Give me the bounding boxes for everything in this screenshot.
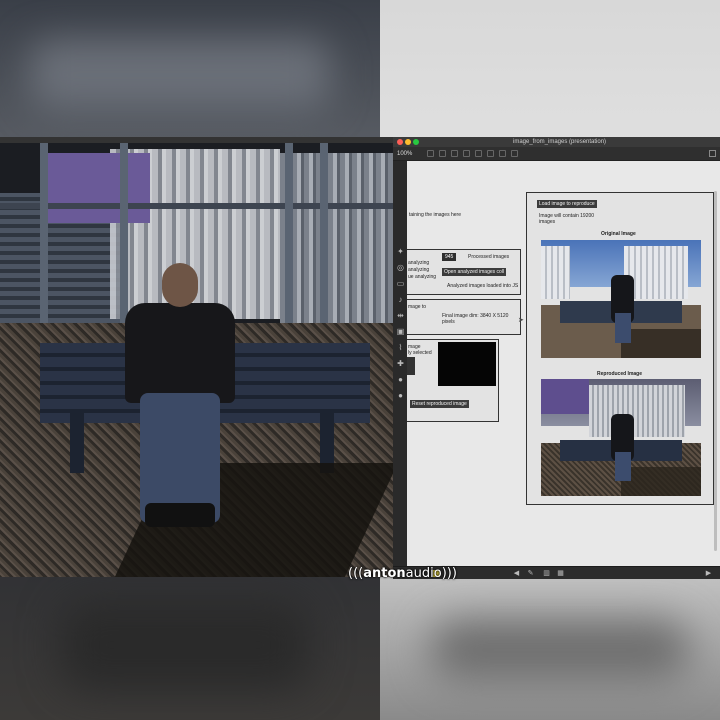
play-icon[interactable]: ◀ <box>513 570 520 577</box>
watermark-suffix: ))) <box>441 566 457 581</box>
processed-count[interactable]: 945 <box>442 253 457 261</box>
close-button[interactable] <box>397 139 403 145</box>
load-image-button[interactable]: Load image to reproduce <box>537 200 597 208</box>
photo-shadow <box>621 466 701 496</box>
presentation-icon[interactable] <box>439 150 446 157</box>
clip-icon[interactable]: ⌇ <box>396 343 405 352</box>
background-blur-shape <box>60 600 310 690</box>
processed-label: Processed images <box>468 254 510 260</box>
comment-icon[interactable] <box>475 150 482 157</box>
left-sidebar: ✦ ◎ ▭ ♪ ⇹ ▣ ⌇ ✚ ● ● <box>393 161 407 566</box>
message-icon[interactable] <box>463 150 470 157</box>
piano-icon[interactable]: ▦ <box>557 570 564 577</box>
image-icon[interactable]: ▣ <box>396 327 405 336</box>
status-text: analyzing <box>408 260 430 266</box>
reset-reproduced-image-button[interactable]: Reset reproduced image <box>410 400 469 408</box>
photo-shadow <box>621 328 701 358</box>
photo-person-legs <box>614 451 631 481</box>
mosaic-building <box>280 153 393 323</box>
vertical-scrollbar[interactable] <box>714 191 717 551</box>
mosaic-image-window <box>0 137 393 577</box>
music-icon[interactable]: ♪ <box>396 295 405 304</box>
toolbar: 100% <box>393 147 720 161</box>
photo-building <box>624 245 689 299</box>
status-text: ue analyzing <box>408 274 437 280</box>
watermark-prefix: ((( <box>348 566 364 581</box>
mosaic-railing-post <box>40 143 48 333</box>
photo-building <box>589 384 685 438</box>
mosaic-railing <box>0 203 393 209</box>
keyboard-icon[interactable]: ▥ <box>543 570 550 577</box>
patcher-canvas: taining the images here analyzing analyz… <box>407 161 720 566</box>
status-text: analyzing <box>408 267 430 273</box>
original-image <box>541 240 701 358</box>
button-icon[interactable] <box>487 150 494 157</box>
mosaic-bench-leg <box>70 413 84 473</box>
final-dim-unit: pixels <box>442 319 455 325</box>
close-x-icon[interactable] <box>407 357 415 375</box>
watermark-rest: audio <box>405 566 442 581</box>
mosaic-railing-post <box>120 143 128 333</box>
mosaic-sky <box>40 153 150 223</box>
analyzer-panel: analyzing analyzing ue analyzing 945 Pro… <box>407 249 521 295</box>
toggle-icon[interactable] <box>499 150 506 157</box>
circle-icon[interactable]: ● <box>396 375 405 384</box>
title-bar: image_from_images (presentation) <box>393 137 720 147</box>
image-size-panel: mage to Final image dim: 3840 X 5120 pix… <box>407 299 521 335</box>
minimize-button[interactable] <box>405 139 411 145</box>
reproduction-preview <box>438 342 496 386</box>
mosaic-railing-post <box>285 143 293 333</box>
background-blur-shape <box>430 620 690 680</box>
reproduced-image-label: Reproduced Image <box>597 371 643 377</box>
reproduced-image <box>541 379 701 496</box>
grid-icon[interactable]: ▭ <box>396 279 405 288</box>
maximize-button[interactable] <box>413 139 419 145</box>
reproduce-panel: mage ly selected Reset reproduced image <box>407 339 499 422</box>
max-patcher-window: image_from_images (presentation) 100% ✦ … <box>393 137 720 579</box>
wrench-icon[interactable]: ✎ <box>527 570 534 577</box>
sidebar-toggle-icon[interactable] <box>709 150 716 157</box>
fit-icon[interactable]: ⇹ <box>396 311 405 320</box>
circle-icon[interactable]: ● <box>396 391 405 400</box>
target-icon[interactable]: ◎ <box>396 263 405 272</box>
instruction-text: taining the images here <box>409 212 461 218</box>
lock-icon[interactable] <box>427 150 434 157</box>
puzzle-icon[interactable]: ✚ <box>396 359 405 368</box>
mouse-cursor-icon: ➤ <box>518 317 524 324</box>
palette-icon[interactable]: ✦ <box>396 247 405 256</box>
run-icon[interactable]: ▶ <box>705 570 712 577</box>
original-image-label: Original Image <box>601 231 636 237</box>
open-analyzed-images-button[interactable]: Open analyzed images coll <box>442 268 507 276</box>
number-icon[interactable] <box>511 150 518 157</box>
selection-label: ly selected <box>408 350 432 356</box>
new-object-icon[interactable] <box>451 150 458 157</box>
mosaic-person-body <box>125 303 235 403</box>
mosaic-railing-post <box>320 143 328 333</box>
image-compare-panel: Load image to reproduce Image will conta… <box>526 192 714 505</box>
mosaic-person-shoes <box>145 503 215 527</box>
image-label: mage to <box>408 304 427 310</box>
watermark-logo: (((antonaudio))) <box>348 566 457 581</box>
photo-building <box>541 245 570 299</box>
watermark-bold: anton <box>363 566 406 581</box>
mosaic-person-head <box>162 263 198 307</box>
loaded-status-text: Analyzed images loaded into JS <box>447 283 519 289</box>
background-blur-shape <box>30 40 330 110</box>
photo-sky-purple <box>541 379 589 415</box>
window-title: image_from_images (presentation) <box>513 139 607 145</box>
zoom-level[interactable]: 100% <box>397 149 412 159</box>
image-count-unit: images <box>539 219 556 225</box>
photo-person-legs <box>614 313 631 343</box>
